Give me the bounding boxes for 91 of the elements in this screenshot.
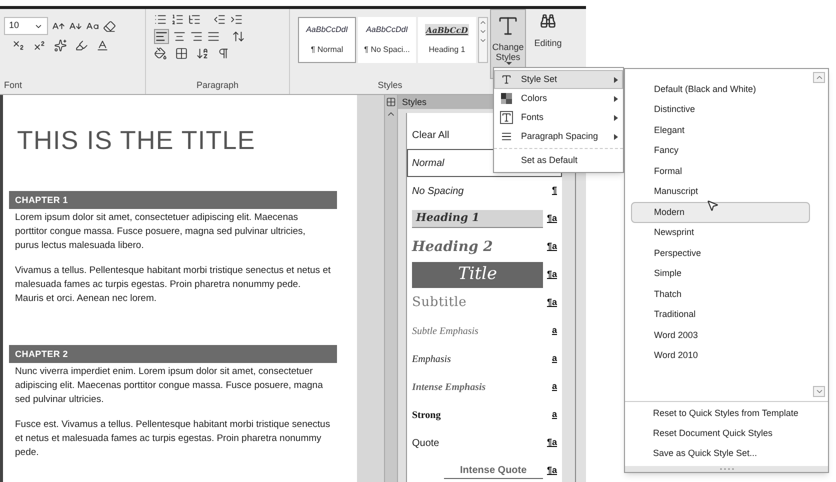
submenu-arrow-icon	[614, 76, 618, 82]
theme-option[interactable]: Fancy	[631, 140, 810, 161]
font-color-icon[interactable]	[96, 39, 109, 52]
borders-icon[interactable]	[175, 47, 188, 60]
list-scrollbar[interactable]	[813, 72, 825, 397]
pilcrow-icon[interactable]	[217, 47, 230, 60]
menu-item[interactable]: Set as Default	[494, 151, 623, 170]
menu-command[interactable]: Save as Quick Style Set...	[625, 444, 828, 464]
theme-option[interactable]: Modern	[631, 202, 810, 222]
body-paragraph: Lorem ipsum dolor sit amet, consectetuer adipiscing elit. Maecenas porttitor congue massa. Fusce posuere, magna sed pulvinar ultricies, purus lectus malesuada libero.	[14, 211, 306, 253]
style-type-marker: ¶a	[546, 240, 557, 254]
theme-option[interactable]: Elegant	[631, 120, 810, 140]
pane-options-icon[interactable]	[386, 97, 396, 107]
submenu-arrow-icon	[614, 96, 618, 102]
superscript-icon[interactable]	[33, 39, 46, 52]
style-type-marker: ¶a	[546, 268, 557, 282]
body-paragraph: Nunc viverra imperdiet enim. Lorem ipsum dolor sit amet, consectetuer adipiscing elit. Maecenas porttitor congue massa. Fusce posuere, magna sed pulvinar ultricies.	[14, 365, 324, 407]
style-item[interactable]: Intense Quote ¶a	[407, 457, 562, 482]
vertical-scrollbar[interactable]	[384, 95, 398, 482]
clear-formatting-icon[interactable]	[103, 20, 116, 32]
style-item[interactable]: Subtle Emphasis a	[407, 317, 562, 345]
scroll-up-icon[interactable]	[813, 72, 825, 83]
theme-option[interactable]: Formal	[631, 161, 810, 182]
body-paragraph: Fusce est. Vivamus a tellus. Pellentesque habitant morbi tristique senectus et netus et malesuada fames ac turpis egestas. Proin pharetra nonummy pede.	[14, 418, 332, 460]
subscript-icon[interactable]	[12, 39, 25, 52]
group-label: Paragraph	[195, 79, 240, 92]
quick-style-tile[interactable]: AaBbCcD Heading 1	[418, 17, 476, 63]
style-item[interactable]: No Spacing ¶	[407, 177, 562, 205]
colors-icon	[500, 93, 512, 104]
style-item[interactable]: Subtitle ¶a	[407, 289, 562, 317]
align-right-icon[interactable]	[190, 30, 203, 43]
highlighter-icon[interactable]	[75, 39, 88, 52]
theme-option[interactable]: Simple	[631, 264, 810, 284]
align-left-icon[interactable]	[154, 29, 169, 44]
style-item[interactable]: Strong a	[407, 401, 562, 429]
body-paragraph: Vivamus a tellus. Pellentesque habitant morbi tristique senectus et netus et malesuada fames ac turpis egestas. Proin pharetra nonummy pede. Mauris et orci. Aenean nec lorem.	[14, 264, 332, 306]
style-type-marker: ¶	[550, 184, 557, 198]
style-type-marker: a	[550, 380, 557, 394]
mouse-pointer-icon	[706, 199, 719, 212]
sort-icon[interactable]	[196, 47, 209, 60]
group-label: Styles	[376, 79, 404, 92]
style-type-marker: a	[550, 324, 557, 338]
theme-option[interactable]: Perspective	[631, 243, 810, 264]
group-label: Font	[3, 79, 24, 92]
font-icon	[500, 111, 512, 124]
theme-option[interactable]: Word 2003	[631, 325, 810, 346]
style-type-marker: a	[550, 352, 557, 366]
style-type-marker: ¶a	[546, 296, 557, 310]
menu-command[interactable]: Reset Document Quick Styles	[625, 424, 828, 444]
style-item[interactable]: Intense Emphasis a	[407, 373, 562, 401]
theme-option[interactable]: Manuscript	[631, 182, 810, 202]
theme-option[interactable]: Default (Black and White)	[631, 79, 810, 100]
text-effects-icon[interactable]	[54, 39, 67, 52]
increase-indent-icon[interactable]	[230, 13, 243, 26]
style-type-marker: a	[550, 408, 557, 422]
style-set-icon	[500, 74, 512, 85]
theme-option[interactable]: Word 2010	[631, 346, 810, 366]
submenu-arrow-icon	[614, 114, 618, 120]
gallery-scrollbar[interactable]	[478, 17, 488, 63]
menu-item[interactable]: Paragraph Spacing	[494, 127, 623, 146]
chapter-heading: CHAPTER 2	[9, 345, 337, 363]
menu-command[interactable]: Reset to Quick Styles from Template	[625, 404, 828, 424]
numbering-icon[interactable]	[171, 13, 184, 26]
decrease-indent-icon[interactable]	[213, 13, 226, 26]
paragraph-spacing-icon	[500, 131, 512, 142]
align-center-icon[interactable]	[173, 30, 186, 43]
binoculars-icon	[540, 13, 556, 29]
resize-grip[interactable]	[625, 466, 828, 472]
justify-icon[interactable]	[207, 30, 220, 43]
menu-item[interactable]: Fonts	[494, 108, 623, 127]
document-title: THIS IS THE TITLE	[17, 124, 256, 157]
scroll-down-icon[interactable]	[813, 386, 825, 397]
chapter-heading: CHAPTER 1	[9, 191, 337, 209]
style-item[interactable]: Heading 2 ¶a	[407, 233, 562, 261]
theme-option[interactable]: Thatch	[631, 284, 810, 304]
shading-icon[interactable]	[154, 47, 167, 60]
theme-option[interactable]: Distinctive	[631, 100, 810, 120]
style-item[interactable]: Quote ¶a	[407, 429, 562, 457]
style-type-marker: ¶a	[546, 212, 557, 226]
line-spacing-icon[interactable]	[232, 30, 245, 43]
font-size-field[interactable]: 10	[4, 17, 48, 35]
menu-item[interactable]: Style Set	[494, 70, 623, 89]
style-item[interactable]: Emphasis a	[407, 345, 562, 373]
multilevel-list-icon[interactable]	[188, 13, 201, 26]
quick-style-tile[interactable]: AaBbCcDdI ¶ Normal	[298, 17, 356, 63]
style-type-marker: ¶a	[546, 464, 557, 478]
theme-option[interactable]: Newsprint	[631, 222, 810, 243]
quick-style-tile[interactable]: AaBbCcDdI ¶ No Spaci...	[358, 17, 416, 63]
theme-option[interactable]: Traditional	[631, 304, 810, 325]
submenu-arrow-icon	[614, 134, 618, 140]
style-type-marker: ¶a	[546, 436, 557, 450]
